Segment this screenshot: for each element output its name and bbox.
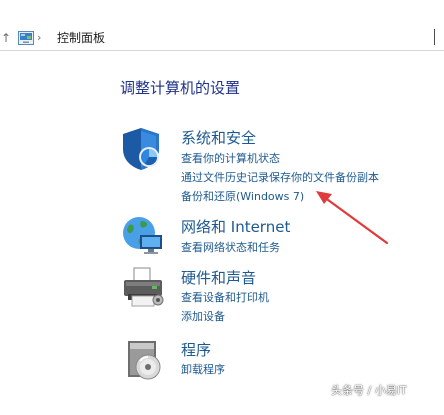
programs-icon[interactable] [124,339,164,383]
category-title-hardware-sound[interactable]: 硬件和声音 [181,268,256,288]
breadcrumb[interactable]: 控制面板 [57,29,105,47]
link-view-devices-printers[interactable]: 查看设备和打印机 [181,290,269,306]
breadcrumb-separator[interactable]: › [37,29,41,47]
category-title-network-internet[interactable]: 网络和 Internet [181,217,290,237]
category-title-programs[interactable]: 程序 [181,340,211,360]
control-panel-icon [18,31,34,45]
link-file-history-backup[interactable]: 通过文件历史记录保存你的文件备份副本 [181,170,379,186]
printer-icon[interactable] [120,266,166,310]
address-bar[interactable]: ↑ › 控制面板 [0,26,444,51]
watermark: 头条号 / 小易IT [331,384,407,397]
link-view-network-status[interactable]: 查看网络状态和任务 [181,240,280,256]
shield-icon[interactable] [121,127,161,171]
link-add-device[interactable]: 添加设备 [181,309,225,325]
link-uninstall-program[interactable]: 卸载程序 [181,362,225,378]
control-panel-window: ↑ › 控制面板 调整计算机的设置 系统和安全 查看你的计算机状态 通过文件历史… [0,0,444,415]
up-arrow-icon[interactable]: ↑ [0,30,12,46]
red-arrow-annotation [316,191,389,245]
link-backup-restore-windows7[interactable]: 备份和还原(Windows 7) [181,189,304,205]
network-globe-icon[interactable] [121,213,165,255]
link-view-computer-status[interactable]: 查看你的计算机状态 [181,151,280,167]
page-title: 调整计算机的设置 [120,79,241,97]
address-bar-caret [434,29,435,45]
category-title-system-security[interactable]: 系统和安全 [181,128,256,148]
